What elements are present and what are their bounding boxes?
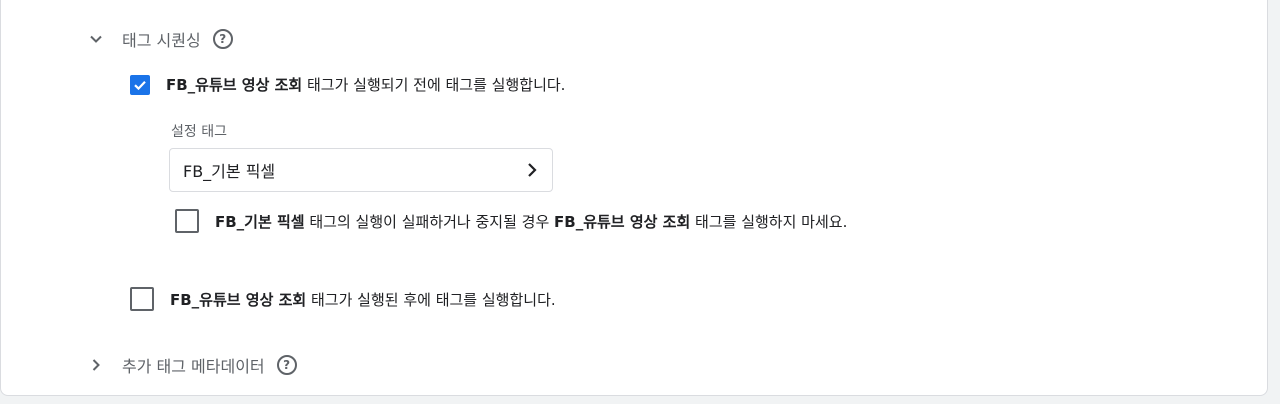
fire-before-suffix: 태그가 실행되기 전에 태그를 실행합니다. bbox=[302, 76, 566, 94]
help-icon[interactable]: ? bbox=[276, 355, 297, 375]
fire-after-label: FB_유튜브 영상 조회 태그가 실행된 후에 태그를 실행합니다. bbox=[170, 289, 556, 310]
tag-metadata-title: 추가 태그 메타데이터 bbox=[122, 357, 265, 376]
dont-fire-on-fail-checkbox[interactable] bbox=[175, 209, 199, 233]
chevron-right-icon bbox=[528, 163, 537, 177]
chevron-down-icon[interactable] bbox=[84, 27, 108, 51]
dont-fire-on-fail-row: FB_기본 픽셀 태그의 실행이 실패하거나 중지될 경우 FB_유튜브 영상 … bbox=[175, 209, 847, 233]
dont-fire-middle: 태그의 실행이 실패하거나 중지될 경우 bbox=[304, 212, 555, 231]
fire-after-checkbox[interactable] bbox=[130, 287, 154, 311]
dont-fire-tag-name: FB_기본 픽셀 bbox=[215, 212, 305, 231]
setup-tag-selector[interactable]: FB_기본 픽셀 bbox=[169, 148, 553, 192]
fire-before-row: FB_유튜브 영상 조회 태그가 실행되기 전에 태그를 실행합니다. bbox=[130, 74, 565, 95]
help-icon[interactable]: ? bbox=[212, 29, 233, 49]
tag-sequencing-header: 태그 시퀀싱 ? bbox=[84, 27, 233, 51]
fire-after-suffix: 태그가 실행된 후에 태그를 실행합니다. bbox=[306, 290, 556, 309]
dont-fire-tag-name-2: FB_유튜브 영상 조회 bbox=[554, 212, 691, 231]
setup-tag-label: 설정 태그 bbox=[171, 124, 227, 140]
fire-before-tag-name: FB_유튜브 영상 조회 bbox=[166, 76, 303, 94]
dont-fire-suffix: 태그를 실행하지 마세요. bbox=[690, 212, 848, 231]
check-icon bbox=[134, 80, 146, 90]
tag-sequencing-title: 태그 시퀀싱 bbox=[122, 31, 201, 50]
dont-fire-on-fail-label: FB_기본 픽셀 태그의 실행이 실패하거나 중지될 경우 FB_유튜브 영상 … bbox=[215, 211, 847, 232]
fire-before-label: FB_유튜브 영상 조회 태그가 실행되기 전에 태그를 실행합니다. bbox=[166, 74, 565, 95]
fire-after-row: FB_유튜브 영상 조회 태그가 실행된 후에 태그를 실행합니다. bbox=[130, 287, 556, 311]
chevron-right-icon[interactable] bbox=[84, 353, 108, 377]
fire-after-tag-name: FB_유튜브 영상 조회 bbox=[170, 290, 307, 309]
setup-tag-value: FB_기본 픽셀 bbox=[183, 162, 276, 181]
tag-metadata-header: 추가 태그 메타데이터 ? bbox=[84, 353, 297, 377]
fire-before-checkbox[interactable] bbox=[130, 74, 150, 95]
tag-config-card bbox=[0, 0, 1268, 396]
